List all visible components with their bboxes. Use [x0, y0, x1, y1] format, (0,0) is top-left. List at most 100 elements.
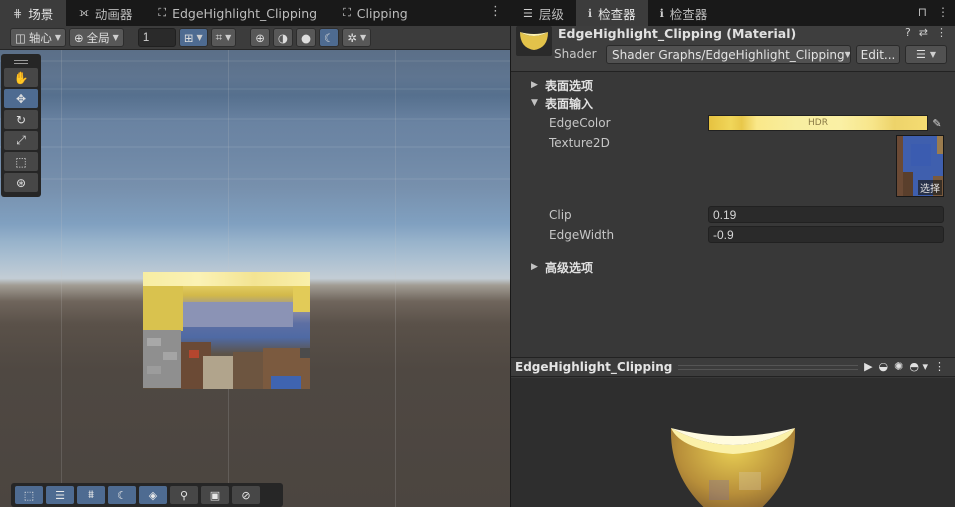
texture-label: Texture2D: [549, 136, 610, 150]
scene-pane: ⋕ 场景 ⟗ 动画器 ⛶ EdgeHighlight_Clipping ⛶ Cl…: [0, 0, 510, 507]
more-menu-icon[interactable]: ⋮: [936, 26, 947, 39]
tab-animator[interactable]: ⟗ 动画器: [66, 0, 145, 26]
grid-snap-input[interactable]: [137, 28, 176, 47]
debug-draw-mode-button[interactable]: ✲ ▼: [342, 28, 372, 47]
bug-icon: ✲: [347, 30, 357, 45]
tab-scene[interactable]: ⋕ 场景: [0, 0, 67, 26]
shader-dropdown[interactable]: Shader Graphs/EdgeHighlight_Clipping ▼: [606, 45, 851, 64]
clip-input[interactable]: [708, 206, 944, 223]
material-options-dropdown[interactable]: ☰ ▼: [905, 45, 947, 64]
material-header: EdgeHighlight_Clipping (Material) ? ⇄ ⋮ …: [511, 26, 955, 72]
shading-shaded-button[interactable]: ●: [295, 28, 316, 47]
edge-width-label: EdgeWidth: [549, 228, 615, 242]
chevron-down-icon: ▼: [844, 50, 851, 59]
tab-inspector[interactable]: ℹ 检查器: [575, 0, 648, 26]
scale-icon: ⤢: [16, 133, 26, 147]
info-icon: ℹ: [587, 6, 593, 20]
move-tool-button[interactable]: ✥: [4, 89, 38, 108]
clip-label: Clip: [549, 208, 572, 222]
compass-icon: ⊘: [241, 488, 251, 502]
snap-icon: ⌗: [215, 30, 223, 44]
edge-color-label: EdgeColor: [549, 116, 611, 130]
section-label: 表面输入: [545, 96, 594, 111]
inspector-pane: ☰ 层级 ℹ 检查器 ℹ 检查器 ⊓ ⋮ EdgeHighlight_Clipp…: [511, 0, 955, 507]
clipped-cube-object[interactable]: [143, 272, 310, 389]
search-button[interactable]: ⚲: [170, 486, 198, 504]
tab-label: 场景: [28, 6, 54, 22]
shaded-icon: ●: [300, 30, 311, 45]
chevron-down-icon: ▼: [196, 33, 203, 42]
hdr-badge: HDR: [808, 118, 828, 128]
lighting-button[interactable]: ☾: [108, 486, 136, 504]
camera-button[interactable]: ▣: [201, 486, 229, 504]
tiles-button[interactable]: ◈: [139, 486, 167, 504]
material-preview-thumbnail: [516, 26, 552, 56]
shading-shaded-wire-button[interactable]: ◑: [272, 28, 293, 47]
drag-handle[interactable]: [4, 57, 38, 66]
tab-label: EdgeHighlight_Clipping: [172, 5, 318, 21]
play-icon[interactable]: ▶: [864, 360, 872, 373]
material-title: EdgeHighlight_Clipping (Material): [558, 26, 797, 41]
rotate-tool-button[interactable]: ↻: [4, 110, 38, 129]
terrain-button[interactable]: ⩩: [77, 486, 105, 504]
tab-shadergraph-clipping[interactable]: ⛶ Clipping: [330, 0, 421, 26]
moon-icon: ☾: [117, 488, 127, 502]
terrain-icon: ⩩: [88, 488, 94, 501]
lock-icon[interactable]: ⊓: [918, 5, 927, 19]
shading-wireframe-button[interactable]: ⊕: [250, 28, 270, 47]
more-menu-icon[interactable]: ⋮: [489, 5, 502, 19]
sphere-icon[interactable]: ◒: [879, 360, 889, 373]
scene-viewport[interactable]: ✋ ✥ ↻ ⤢ ⬚ ⊛ ⬚ ☰ ⩩ ☾ ◈ ⚲ ▣ ⊘: [0, 50, 510, 507]
hand-icon: ✋: [13, 70, 29, 85]
grid-icon: ⊞: [183, 30, 194, 45]
global-dropdown[interactable]: ⊕ 全局 ▼: [69, 28, 124, 47]
tab-inspector-2[interactable]: ℹ 检查器: [648, 0, 720, 26]
texture-select-label[interactable]: 选择: [918, 180, 942, 195]
pivot-dropdown[interactable]: ◫ 轴心 ▼: [10, 28, 67, 47]
transform-tool-button[interactable]: ⊛: [4, 173, 38, 192]
section-advanced-options[interactable]: ▶ 高级选项: [511, 258, 955, 276]
tab-label: 动画器: [94, 6, 133, 22]
preview-clipped-sphere: [670, 428, 796, 507]
more-menu-icon[interactable]: ⋮: [934, 360, 945, 373]
preview-header: EdgeHighlight_Clipping ▶ ◒ ✺ ◓ ▾ ⋮: [511, 357, 955, 377]
shader-value: Shader Graphs/EdgeHighlight_Clipping: [612, 47, 845, 62]
scale-tool-button[interactable]: ⤢: [4, 131, 38, 150]
grid-visibility-button[interactable]: ⊞ ▼: [178, 28, 208, 47]
tab-label: 检查器: [598, 6, 636, 22]
rect-tool-button[interactable]: ⬚: [4, 152, 38, 171]
snap-settings-button[interactable]: ⌗ ▼: [210, 28, 237, 47]
light-icon[interactable]: ✺: [894, 360, 903, 373]
preset-icon[interactable]: ⇄: [919, 26, 928, 39]
hand-tool-button[interactable]: ✋: [4, 68, 38, 87]
texture-slot[interactable]: 选择: [896, 135, 944, 197]
shader-graph-icon: ⛶: [343, 6, 351, 19]
preview-title: EdgeHighlight_Clipping: [515, 360, 673, 374]
grid-line: [61, 50, 62, 507]
pivot-icon: ◫: [15, 30, 26, 45]
tiles-icon: ◈: [148, 488, 158, 502]
animator-icon: ⟗: [79, 6, 89, 19]
preview-drag-rule[interactable]: [678, 364, 859, 370]
frame-select-button[interactable]: ⬚: [15, 486, 43, 504]
more-menu-icon[interactable]: ⋮: [937, 5, 949, 19]
section-surface-inputs[interactable]: ▼ 表面输入: [511, 94, 955, 112]
eyedropper-icon[interactable]: ✎: [929, 115, 945, 131]
background-dropdown[interactable]: ◓ ▾: [909, 360, 928, 373]
material-preview-area[interactable]: [511, 378, 955, 507]
navigation-button[interactable]: ⊘: [232, 486, 260, 504]
pivot-label: 轴心: [28, 30, 52, 45]
edit-shader-button[interactable]: Edit...: [856, 45, 900, 64]
section-surface-options[interactable]: ▶ 表面选项: [511, 76, 955, 94]
layers-button[interactable]: ☰: [46, 486, 74, 504]
shading-unlit-button[interactable]: ☾: [319, 28, 340, 47]
tab-label: 层级: [538, 6, 564, 22]
help-icon[interactable]: ?: [905, 26, 911, 39]
shader-graph-icon: ⛶: [158, 6, 167, 19]
tab-hierarchy[interactable]: ☰ 层级: [511, 0, 576, 26]
moon-icon: ☾: [324, 30, 335, 45]
layers-icon: ☰: [55, 488, 65, 502]
edge-width-input[interactable]: [708, 226, 944, 243]
edge-color-field[interactable]: HDR: [708, 115, 928, 131]
tab-shadergraph-edgehighlight[interactable]: ⛶ EdgeHighlight_Clipping: [145, 0, 330, 26]
